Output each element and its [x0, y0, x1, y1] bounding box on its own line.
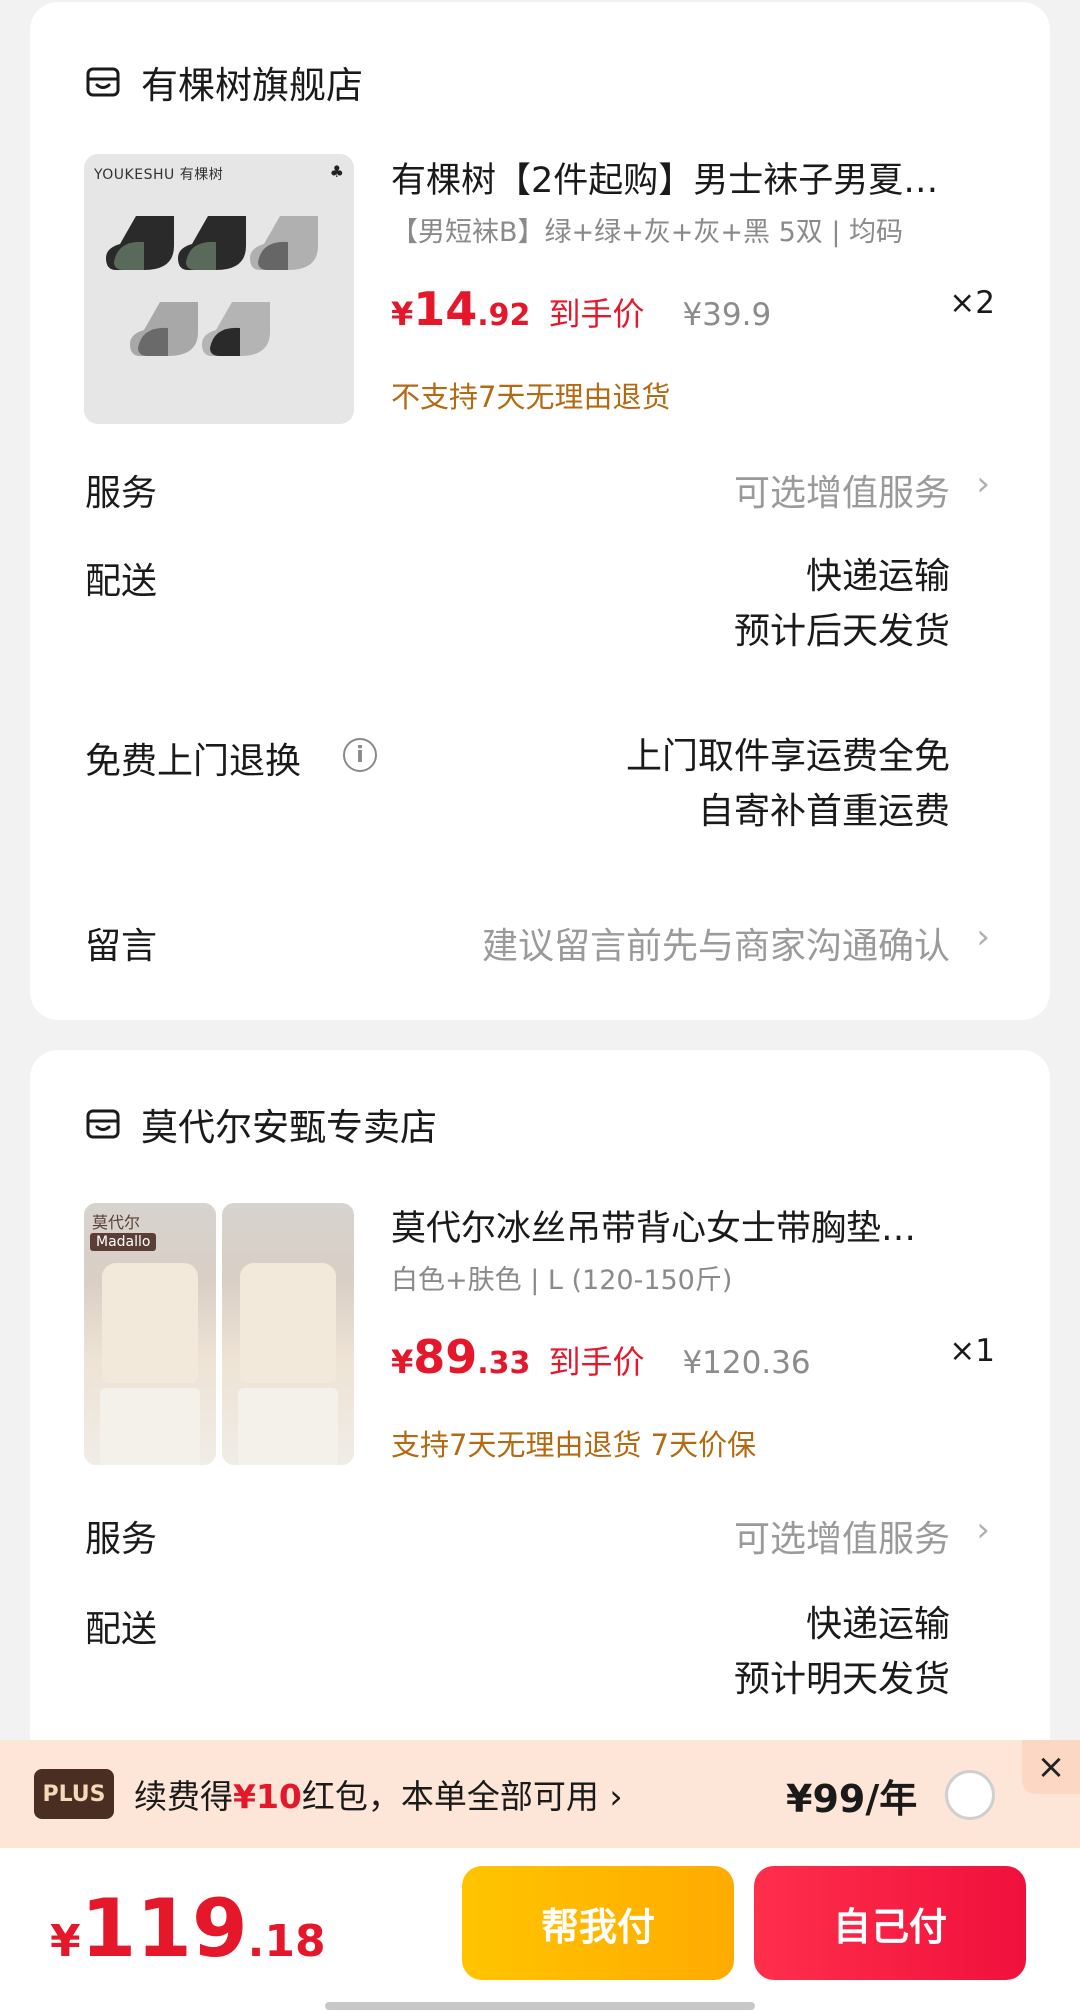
- product-spec[interactable]: 【男短袜B】绿+绿+灰+灰+黑 5双 | 均码: [391, 210, 903, 249]
- price-decimal: .33: [477, 1346, 531, 1381]
- delivery-estimate: 预计明天发货: [733, 1659, 950, 1700]
- message-input[interactable]: 建议留言前先与商家沟通确认: [482, 917, 950, 969]
- plus-text-pre: 续费得: [134, 1777, 233, 1816]
- plus-badge: PLUS: [34, 1769, 114, 1819]
- plus-price: ¥99/年: [786, 1777, 918, 1821]
- price-tag: 到手价: [548, 295, 645, 333]
- delivery-value: 快递运输 预计后天发货: [734, 549, 950, 659]
- product-image-brand-cn: 莫代尔: [92, 1213, 141, 1232]
- sock-image: [202, 302, 270, 356]
- product-title[interactable]: 有棵树【2件起购】男士袜子男夏…: [391, 152, 991, 203]
- product-title[interactable]: 莫代尔冰丝吊带背心女士带胸垫…: [391, 1200, 991, 1251]
- delivery-label: 配送: [85, 561, 158, 602]
- return-label: 免费上门退换: [85, 741, 302, 782]
- shop-header[interactable]: 莫代尔安甄专卖店: [85, 1096, 437, 1152]
- delivery-label: 配送: [85, 1609, 158, 1650]
- return-policy: 不支持7天无理由退货: [391, 380, 671, 414]
- chevron-right-icon[interactable]: ›: [976, 1510, 990, 1550]
- club-icon: ♣: [329, 162, 344, 181]
- price-symbol: ¥: [391, 1343, 414, 1381]
- price-symbol: ¥: [391, 295, 414, 333]
- sock-image: [178, 216, 246, 270]
- quantity[interactable]: ×2: [949, 285, 995, 321]
- plus-promo-bar[interactable]: PLUS 续费得¥10红包，本单全部可用 › ¥99/年: [0, 1740, 1080, 1848]
- return-policy: 支持7天无理由退货 7天价保: [391, 1428, 757, 1462]
- price-decimal: .92: [477, 298, 531, 333]
- product-image[interactable]: [222, 1203, 354, 1465]
- delivery-estimate: 预计后天发货: [733, 611, 950, 652]
- service-hint[interactable]: 可选增值服务: [734, 464, 950, 516]
- help-pay-button[interactable]: 帮我付: [462, 1866, 734, 1980]
- shop-header[interactable]: 有棵树旗舰店: [85, 54, 363, 110]
- plus-promo-text[interactable]: 续费得¥10红包，本单全部可用 ›: [134, 1770, 623, 1818]
- shop-card-1: 有棵树旗舰店 YOUKESHU 有棵树 ♣ 有棵树【2件起购】男士袜子男夏… 【…: [30, 2, 1050, 1020]
- product-photo-pants: [238, 1388, 338, 1465]
- close-icon[interactable]: ×: [1022, 1740, 1080, 1794]
- quantity[interactable]: ×1: [949, 1333, 995, 1369]
- price-tag: 到手价: [548, 1343, 645, 1381]
- product-spec[interactable]: 白色+肤色 | L (120-150斤): [391, 1258, 732, 1297]
- product-image-brand: Madallo: [90, 1233, 157, 1251]
- service-label: 服务: [85, 473, 158, 514]
- total-integer: 119: [80, 1882, 248, 1975]
- product-image[interactable]: YOUKESHU 有棵树 ♣: [84, 154, 354, 424]
- sock-image: [250, 216, 318, 270]
- shop-icon: [85, 64, 121, 100]
- price-integer: 14: [413, 282, 478, 336]
- total-price: ¥ 119 .18: [50, 1882, 326, 1975]
- original-price: ¥120.36: [682, 1345, 811, 1381]
- product-image-brand: YOUKESHU 有棵树: [94, 167, 224, 183]
- sock-image: [130, 302, 198, 356]
- delivery-method: 快递运输: [805, 1604, 950, 1645]
- price-row: ¥ 89 .33 到手价 ¥120.36: [391, 1330, 811, 1384]
- chevron-right-icon[interactable]: ›: [976, 917, 990, 957]
- home-indicator[interactable]: [325, 2002, 755, 2010]
- price-integer: 89: [413, 1330, 478, 1384]
- chevron-right-icon[interactable]: ›: [976, 464, 990, 504]
- total-decimal: .18: [247, 1916, 326, 1967]
- return-line-1: 上门取件享运费全免: [625, 736, 950, 777]
- bottom-pay-bar: ¥ 119 .18 帮我付 自己付: [0, 1848, 1080, 2015]
- delivery-value: 快递运输 预计明天发货: [734, 1597, 950, 1707]
- plus-select-radio[interactable]: [945, 1770, 995, 1820]
- shop-card-2: 莫代尔安甄专卖店 莫代尔 Madallo 莫代尔冰丝吊带背心女士带胸垫… 白色+…: [30, 1050, 1050, 1850]
- message-label: 留言: [85, 926, 158, 967]
- product-photo-pants: [100, 1388, 200, 1465]
- info-icon[interactable]: i: [343, 738, 377, 772]
- chevron-right-icon: ›: [609, 1777, 623, 1816]
- product-photo-torso: [102, 1263, 198, 1383]
- original-price: ¥39.9: [682, 297, 772, 333]
- self-pay-button[interactable]: 自己付: [754, 1866, 1026, 1980]
- plus-text-post: 红包，本单全部可用: [301, 1777, 599, 1816]
- sock-image: [106, 216, 174, 270]
- return-value: 上门取件享运费全免 自寄补首重运费: [626, 729, 950, 839]
- return-line-2: 自寄补首重运费: [697, 791, 950, 832]
- shop-name: 有棵树旗舰店: [141, 64, 363, 107]
- delivery-method: 快递运输: [805, 556, 950, 597]
- product-photo-torso: [240, 1263, 336, 1383]
- total-symbol: ¥: [50, 1916, 81, 1967]
- service-label: 服务: [85, 1519, 158, 1560]
- shop-icon: [85, 1106, 121, 1142]
- product-image[interactable]: 莫代尔 Madallo: [84, 1203, 216, 1465]
- shop-name: 莫代尔安甄专卖店: [141, 1106, 437, 1149]
- price-row: ¥ 14 .92 到手价 ¥39.9: [391, 282, 771, 336]
- plus-text-highlight: ¥10: [233, 1777, 302, 1816]
- service-hint[interactable]: 可选增值服务: [734, 1510, 950, 1562]
